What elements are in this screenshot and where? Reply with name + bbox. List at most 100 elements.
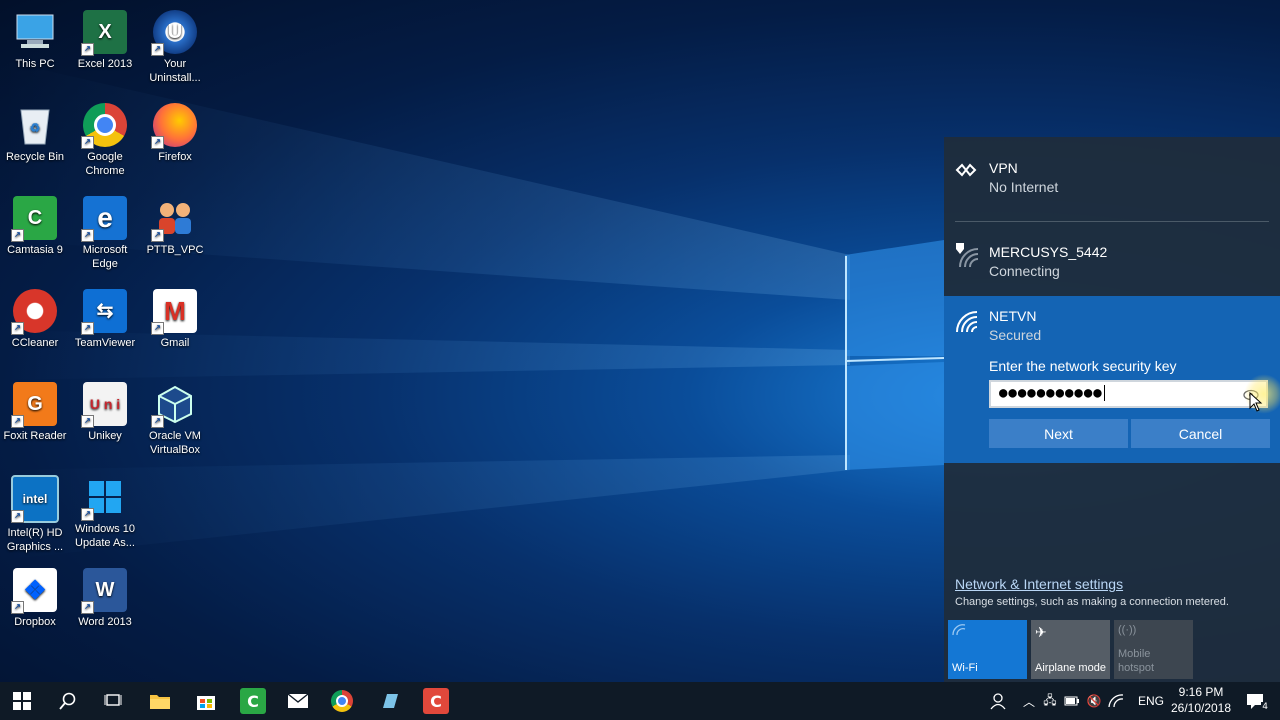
volume-muted-icon[interactable]: 🔇 xyxy=(1084,688,1104,714)
store-icon[interactable] xyxy=(193,688,219,714)
chrome-icon[interactable] xyxy=(331,690,353,712)
desktop-icon-label: Recycle Bin xyxy=(5,151,65,163)
desktop-icon-teamviewer[interactable]: ⇆ ↗ TeamViewer xyxy=(70,289,140,350)
edge-icon: e ↗ xyxy=(81,196,127,242)
action-center-icon[interactable]: 4 xyxy=(1242,688,1269,714)
network-item-netvn[interactable]: NETVN Secured Enter the network security… xyxy=(944,296,1280,463)
excel-icon: X ↗ xyxy=(81,10,127,56)
wifi-tray-icon[interactable] xyxy=(1106,688,1126,714)
windows-logo-icon: ↗ xyxy=(81,475,127,521)
desktop-icon-this-pc[interactable]: This PC xyxy=(0,10,70,71)
desktop-icon-edge[interactable]: e ↗ Microsoft Edge xyxy=(70,196,140,271)
wifi-icon xyxy=(954,310,980,339)
mobile-hotspot-tile: ((·)) Mobile hotspot xyxy=(1114,620,1193,679)
word-icon: W ↗ xyxy=(81,568,127,614)
mouse-cursor-icon xyxy=(1249,392,1263,412)
svg-text:♻: ♻ xyxy=(30,121,41,135)
ccleaner-icon[interactable]: C xyxy=(423,688,449,714)
task-view-icon[interactable] xyxy=(100,688,126,714)
notification-count: 4 xyxy=(1261,702,1269,712)
firefox-icon: ↗ xyxy=(151,103,197,149)
tile-label: Airplane mode xyxy=(1035,662,1106,674)
desktop-icon-label: PTTB_VPC xyxy=(146,244,204,256)
desktop-icon-label: This PC xyxy=(15,58,55,70)
security-key-input[interactable]: ●●●●●●●●●●● xyxy=(989,380,1268,408)
desktop-icon-pttb-vpc[interactable]: ↗ PTTB_VPC xyxy=(140,196,210,257)
desktop-icon-gmail[interactable]: M ↗ Gmail xyxy=(140,289,210,350)
battery-icon[interactable] xyxy=(1062,688,1082,714)
foxit-reader-icon: G ↗ xyxy=(11,382,57,428)
desktop-icon-win10-update[interactable]: ↗ Windows 10 Update As... xyxy=(70,475,140,550)
wifi-icon xyxy=(952,624,966,639)
uninstaller-icon: U ↗ xyxy=(151,10,197,56)
hotspot-icon: ((·)) xyxy=(1118,624,1137,636)
file-explorer-icon[interactable] xyxy=(147,688,173,714)
desktop-icon-excel[interactable]: X ↗ Excel 2013 xyxy=(70,10,140,71)
people-icon[interactable] xyxy=(985,688,1011,714)
network-settings-description: Change settings, such as making a connec… xyxy=(955,596,1229,608)
cancel-button[interactable]: Cancel xyxy=(1131,419,1270,448)
camtasia-icon[interactable]: C xyxy=(240,688,266,714)
network-item-vpn[interactable]: VPN No Internet xyxy=(944,137,1280,221)
chrome-icon: ↗ xyxy=(81,103,127,149)
desktop-icon-firefox[interactable]: ↗ Firefox xyxy=(140,103,210,164)
airplane-mode-tile[interactable]: ✈ Airplane mode xyxy=(1031,620,1110,679)
desktop-icon-label: Oracle VM VirtualBox xyxy=(149,430,201,456)
vpn-icon xyxy=(954,161,978,184)
ccleaner-icon: ↗ xyxy=(11,289,57,335)
desktop-icon-label: Microsoft Edge xyxy=(82,244,128,270)
network-name: VPN xyxy=(989,160,1018,176)
wifi-secured-icon xyxy=(954,241,980,274)
desktop-icon-label: Foxit Reader xyxy=(3,430,67,442)
desktop-icon-label: CCleaner xyxy=(11,337,59,349)
camtasia-icon: C ↗ xyxy=(11,196,57,242)
password-value: ●●●●●●●●●●● xyxy=(999,385,1103,401)
desktop-icon-virtualbox[interactable]: ↗ Oracle VM VirtualBox xyxy=(140,382,210,457)
search-icon[interactable] xyxy=(55,688,81,714)
desktop-icon-label: Word 2013 xyxy=(78,616,132,628)
desktop-icon-label: Excel 2013 xyxy=(77,58,133,70)
network-item-mercusys[interactable]: MERCUSYS_5442 Connecting xyxy=(944,227,1280,296)
clock-time: 9:16 PM xyxy=(1178,685,1224,699)
computer-icon xyxy=(13,10,57,54)
desktop-icon-intel-graphics[interactable]: intel ↗ Intel(R) HD Graphics ... xyxy=(0,475,70,554)
mail-icon[interactable] xyxy=(285,688,311,714)
chevron-up-icon[interactable]: ︿ xyxy=(1018,688,1040,714)
desktop-icon-ccleaner[interactable]: ↗ CCleaner xyxy=(0,289,70,350)
desktop-icon-foxit[interactable]: G ↗ Foxit Reader xyxy=(0,382,70,443)
notepad-icon[interactable] xyxy=(377,688,403,714)
clock-date: 26/10/2018 xyxy=(1170,701,1232,715)
recycle-bin-icon: ♻ xyxy=(13,103,57,147)
divider xyxy=(955,221,1269,222)
desktop-icon-unikey[interactable]: U n i ↗ Unikey xyxy=(70,382,140,443)
network-settings-link[interactable]: Network & Internet settings xyxy=(955,576,1123,592)
desktop-icon-label: Camtasia 9 xyxy=(7,244,63,256)
desktop-icon-word[interactable]: W ↗ Word 2013 xyxy=(70,568,140,629)
network-tray-icon[interactable]: 🖧 xyxy=(1040,688,1060,714)
desktop-icon-chrome[interactable]: ↗ Google Chrome xyxy=(70,103,140,178)
tile-label: Mobile hotspot xyxy=(1118,648,1155,674)
network-name: NETVN xyxy=(989,308,1037,324)
clock[interactable]: 9:16 PM 26/10/2018 xyxy=(1168,685,1234,715)
unikey-icon: U n i ↗ xyxy=(81,382,127,428)
desktop-icon-label: Google Chrome xyxy=(85,151,125,177)
gmail-icon: M ↗ xyxy=(151,289,197,335)
desktop-icon-label: Gmail xyxy=(160,337,190,349)
desktop-icon-uninstaller[interactable]: U ↗ Your Uninstall... xyxy=(140,10,210,85)
network-status: Secured xyxy=(989,327,1042,343)
network-status: No Internet xyxy=(989,179,1059,195)
intel-graphics-icon: intel ↗ xyxy=(11,475,59,523)
start-icon[interactable] xyxy=(9,688,35,714)
network-status: Connecting xyxy=(989,263,1060,279)
dropbox-icon: ❖ ↗ xyxy=(11,568,57,614)
next-button[interactable]: Next xyxy=(989,419,1128,448)
wifi-toggle-tile[interactable]: Wi-Fi xyxy=(948,620,1027,679)
language-indicator[interactable]: ENG xyxy=(1138,694,1164,708)
desktop-icon-camtasia[interactable]: C ↗ Camtasia 9 xyxy=(0,196,70,257)
desktop-icon-label: Windows 10 Update As... xyxy=(75,523,135,549)
desktop-icon-label: Firefox xyxy=(158,151,192,163)
desktop-icon-dropbox[interactable]: ❖ ↗ Dropbox xyxy=(0,568,70,629)
tile-label: Wi-Fi xyxy=(952,662,978,674)
desktop-icon-recycle-bin[interactable]: ♻ Recycle Bin xyxy=(0,103,70,164)
airplane-icon: ✈ xyxy=(1035,624,1047,640)
